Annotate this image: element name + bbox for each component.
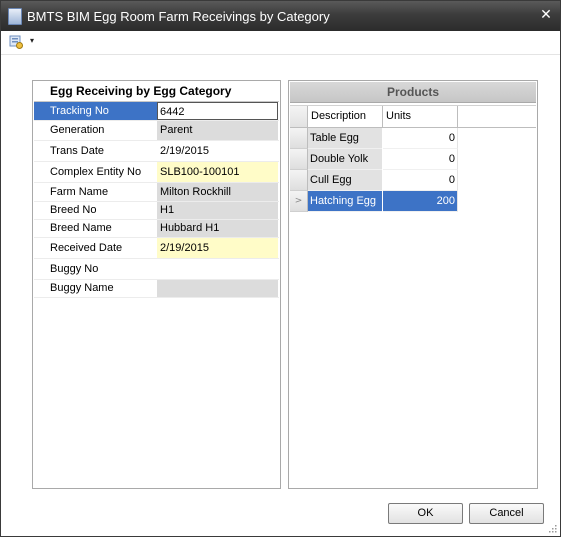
property-label: Buggy No [50, 263, 99, 275]
buggy-no-field[interactable] [157, 259, 278, 279]
property-label: Trans Date [50, 145, 105, 157]
grid-header-row: Description Units [290, 105, 536, 128]
products-grid: Description Units Table Egg 0 Double Yol… [290, 105, 536, 212]
toolbar: ▾ [1, 31, 560, 55]
received-date-field[interactable]: 2/19/2015 [157, 238, 278, 258]
current-row-indicator-icon[interactable]: > [290, 191, 308, 212]
settings-dropdown-icon[interactable] [9, 35, 23, 49]
description-cell[interactable]: Table Egg [308, 128, 382, 149]
buggy-name-field[interactable] [157, 280, 278, 297]
app-document-icon [8, 8, 22, 25]
trans-date-field[interactable]: 2/19/2015 [157, 141, 278, 161]
property-label: Generation [50, 124, 105, 136]
dialog-window: BMTS BIM Egg Room Farm Receivings by Cat… [0, 0, 561, 537]
tracking-no-field[interactable]: 6442 [157, 102, 278, 120]
units-cell[interactable]: 0 [383, 149, 458, 170]
property-label: Breed No [50, 204, 97, 216]
egg-receiving-panel: Egg Receiving by Egg Category Tracking N… [32, 80, 281, 489]
row-selector[interactable] [290, 170, 308, 191]
breed-no-field[interactable]: H1 [157, 202, 278, 219]
property-row-buggy-no[interactable]: Buggy No [34, 259, 279, 280]
ok-button[interactable]: OK [388, 503, 463, 524]
window-title: BMTS BIM Egg Room Farm Receivings by Cat… [27, 9, 330, 24]
group-header: Egg Receiving by Egg Category [34, 82, 279, 102]
property-grid: Tracking No 6442 Generation Parent Trans… [34, 102, 279, 298]
units-cell[interactable]: 0 [383, 170, 458, 191]
close-icon[interactable]: ✕ [538, 7, 554, 23]
column-header-description[interactable]: Description [308, 106, 383, 127]
units-cell[interactable]: 0 [383, 128, 458, 149]
row-selector[interactable] [290, 128, 308, 149]
description-cell[interactable]: Double Yolk [308, 149, 382, 170]
farm-name-field[interactable]: Milton Rockhill [157, 183, 278, 201]
property-row-received-date[interactable]: Received Date 2/19/2015 [34, 238, 279, 259]
table-row[interactable]: Cull Egg 0 [290, 170, 536, 191]
table-row[interactable]: Table Egg 0 [290, 128, 536, 149]
description-cell[interactable]: Cull Egg [308, 170, 382, 191]
property-label: Breed Name [50, 222, 112, 234]
products-header: Products [290, 82, 536, 103]
property-label: Farm Name [50, 186, 109, 198]
units-cell[interactable]: 200 [383, 191, 458, 212]
row-header-corner [290, 106, 308, 127]
title-bar[interactable]: BMTS BIM Egg Room Farm Receivings by Cat… [1, 1, 560, 31]
cancel-button[interactable]: Cancel [469, 503, 544, 524]
property-row-complex-entity-no[interactable]: Complex Entity No SLB100-100101 [34, 162, 279, 183]
table-row[interactable]: Double Yolk 0 [290, 149, 536, 170]
resize-grip-icon[interactable] [547, 523, 557, 533]
products-panel: Products Description Units Table Egg 0 D… [288, 80, 538, 489]
property-label: Received Date [50, 242, 123, 254]
complex-entity-no-field[interactable]: SLB100-100101 [157, 162, 278, 182]
description-cell[interactable]: Hatching Egg [308, 191, 382, 212]
property-row-generation[interactable]: Generation Parent [34, 121, 279, 141]
property-row-farm-name[interactable]: Farm Name Milton Rockhill [34, 183, 279, 202]
property-row-breed-no[interactable]: Breed No H1 [34, 202, 279, 220]
property-row-tracking-no[interactable]: Tracking No 6442 [34, 102, 279, 121]
property-label: Complex Entity No [50, 166, 142, 178]
property-label: Tracking No [34, 102, 157, 120]
property-row-buggy-name[interactable]: Buggy Name [34, 280, 279, 298]
row-selector[interactable] [290, 149, 308, 170]
table-row-selected[interactable]: > Hatching Egg 200 [290, 191, 536, 212]
property-row-trans-date[interactable]: Trans Date 2/19/2015 [34, 141, 279, 162]
property-label: Buggy Name [50, 282, 114, 294]
property-row-breed-name[interactable]: Breed Name Hubbard H1 [34, 220, 279, 238]
column-header-units[interactable]: Units [383, 106, 458, 127]
breed-name-field[interactable]: Hubbard H1 [157, 220, 278, 237]
generation-field[interactable]: Parent [157, 121, 278, 140]
chevron-down-icon[interactable]: ▾ [30, 36, 34, 45]
